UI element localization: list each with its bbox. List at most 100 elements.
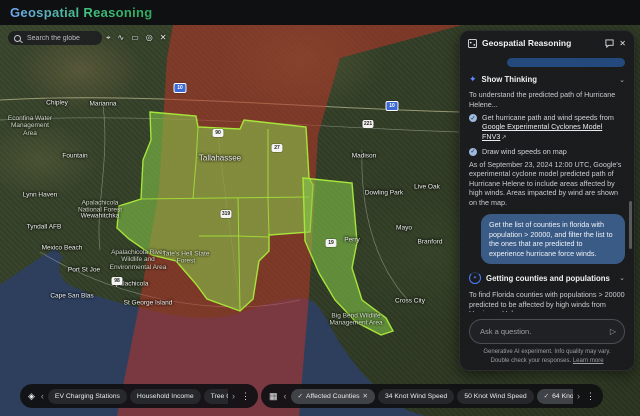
chip-label: Affected Counties (305, 392, 360, 400)
activity-toggle[interactable]: ✦ Getting counties and populations ⌄ (469, 272, 625, 285)
my-location-icon[interactable]: ⌖ (106, 34, 111, 42)
show-thinking-toggle[interactable]: ✦ Show Thinking ⌄ (469, 74, 625, 85)
map-place-label: Cross City (395, 297, 425, 305)
app-header: Geospatial Reasoning (0, 0, 640, 25)
question-input[interactable] (478, 326, 610, 337)
road-shield: 10 (173, 83, 187, 93)
road-shield: 319 (220, 210, 232, 218)
panel-scrollbar[interactable] (629, 201, 632, 249)
scroll-right-icon[interactable]: › (576, 391, 581, 401)
chip-check-icon: ✓ (543, 393, 550, 400)
road-shield: 221 (362, 120, 374, 128)
task-step: ✓ Draw wind speeds on map (469, 147, 625, 156)
map-place-label: Tyndall AFB (26, 223, 62, 231)
filter-chip-affected-counties[interactable]: ✓ Affected Counties ✕ (290, 388, 375, 404)
map-place-label: Econfina Water Management Area (7, 114, 53, 137)
filter-chip-64-knot-wind-speed[interactable]: ✓64 Knot Wind Speed✕ (536, 388, 573, 404)
map-layers-icon[interactable]: ◈ (26, 391, 37, 402)
filter-chip-50-knot-wind-speed[interactable]: 50 Knot Wind Speed (457, 388, 534, 404)
measure-icon[interactable]: ▭ (131, 34, 139, 42)
activity-label: Getting counties and populations (486, 273, 610, 283)
scroll-left-icon[interactable]: ‹ (283, 391, 288, 401)
filter-chip-tree-canopy[interactable]: Tree Canopy (203, 388, 228, 404)
map-place-label: Lynn Haven (22, 191, 58, 199)
external-link-icon: ↗ (501, 134, 507, 141)
map-place-label: Tate's Hell State Forest (162, 250, 210, 265)
map-place-label: Mayo (396, 224, 412, 232)
chip-check-icon: ✓ (297, 393, 303, 400)
task-step: ✓ Get hurricane path and wind speeds from… (469, 113, 625, 143)
map-place-label: Mexico Beach (41, 244, 83, 252)
ask-question-box[interactable]: ▷ (469, 319, 625, 344)
task-step-text: Draw wind speeds on map (482, 146, 567, 156)
close-panel-icon[interactable]: ✕ (619, 39, 626, 48)
footer-line1: Generative AI experiment. Info quality m… (483, 349, 611, 356)
map-place-label: Fountain (62, 152, 88, 160)
road-shield: 10 (385, 101, 399, 111)
check-icon: ✓ (469, 147, 477, 156)
filter-chip-household-income[interactable]: Household Income (129, 388, 201, 404)
map-place-label: Live Oak (414, 183, 440, 191)
map-place-label: Tallahassee (198, 153, 242, 163)
feedback-icon[interactable] (605, 38, 614, 48)
sparkle-icon: ✦ (469, 74, 477, 84)
chip-label: 50 Knot Wind Speed (464, 392, 527, 400)
chip-label: Tree Canopy (210, 392, 228, 400)
chip-label: EV Charging Stations (54, 392, 120, 400)
learn-more-link[interactable]: Learn more (573, 358, 604, 364)
progress-spinner-icon: ✦ (469, 272, 481, 285)
task-step-text: Get hurricane path and wind speeds from … (482, 113, 614, 141)
show-thinking-label: Show Thinking (481, 75, 537, 84)
close-tools-icon[interactable]: ✕ (160, 34, 167, 42)
legend-icon[interactable]: ▦ (267, 391, 280, 402)
summary-text: As of September 23, 2024 12:00 UTC, Goog… (469, 159, 622, 207)
check-icon: ✓ (469, 114, 477, 122)
more-options-icon[interactable]: ⋮ (584, 391, 597, 402)
user-message-bubble: Get the list of counties in florida with… (481, 214, 625, 265)
map-place-label: Big Bend Wildlife Management Area (329, 312, 383, 327)
map-place-label: Cape San Blas (50, 292, 94, 300)
chip-label: Household Income (136, 392, 194, 400)
map-place-label: Port St Joe (67, 266, 101, 274)
analysis-layers-dock: ▦ ‹ ✓ Affected Counties ✕ 34 Knot Wind Spee… (261, 384, 603, 408)
footer-line2: Double check your responses. Learn more (490, 357, 604, 364)
globe-icon[interactable]: ◎ (146, 34, 153, 42)
chip-remove-icon[interactable]: ✕ (363, 392, 368, 400)
scroll-left-icon[interactable]: ‹ (40, 391, 45, 401)
panel-body: ✦ Show Thinking ⌄ To understand the pred… (460, 56, 634, 312)
scroll-right-icon[interactable]: › (231, 391, 236, 401)
intro-text: To understand the predicted path of Hurr… (469, 90, 616, 109)
road-shield: 90 (212, 129, 224, 137)
search-input[interactable] (25, 33, 99, 43)
chevron-down-icon: ⌄ (619, 76, 625, 84)
panel-footer: Generative AI experiment. Info quality m… (460, 348, 634, 365)
map-place-label: Branford (417, 238, 443, 246)
steps-intro-text: To find Florida counties with population… (469, 290, 625, 312)
draw-path-icon[interactable]: ∿ (118, 34, 125, 42)
geospatial-logo-icon (468, 38, 477, 48)
panel-title: Geospatial Reasoning (482, 38, 572, 48)
assistant-panel: Geospatial Reasoning ✕ ✦ Show Thinking ⌄… (459, 30, 635, 371)
search-bar[interactable] (8, 31, 102, 45)
map-place-label: Marianna (89, 100, 117, 108)
chip-label: 34 Knot Wind Speed (384, 392, 448, 400)
app-title: Geospatial Reasoning (10, 5, 153, 20)
map-place-label: St George Island (123, 299, 173, 307)
chip-label: 64 Knot Wind Speed (552, 392, 573, 400)
send-icon[interactable]: ▷ (610, 327, 616, 336)
chevron-down-icon: ⌄ (619, 275, 625, 283)
map-place-label: Perry (344, 236, 360, 244)
map-toolbar: ⌖ ∿ ▭ ◎ ✕ (106, 31, 166, 45)
map-place-label: Apalachicola National Forest (77, 199, 123, 214)
road-shield: 19 (325, 239, 337, 247)
map-place-label: Chipley (46, 99, 68, 107)
map-place-label: Madison (351, 152, 377, 160)
panel-header: Geospatial Reasoning ✕ (460, 31, 634, 55)
road-shield: 98 (111, 277, 123, 285)
filter-chip-ev-charging-stations[interactable]: EV Charging Stations (47, 388, 127, 404)
more-options-icon[interactable]: ⋮ (239, 391, 252, 402)
road-shield: 27 (271, 144, 283, 152)
map-place-label: Dowling Park (364, 189, 404, 197)
filter-chip-34-knot-wind-speed[interactable]: 34 Knot Wind Speed (377, 388, 455, 404)
search-icon (14, 34, 21, 42)
